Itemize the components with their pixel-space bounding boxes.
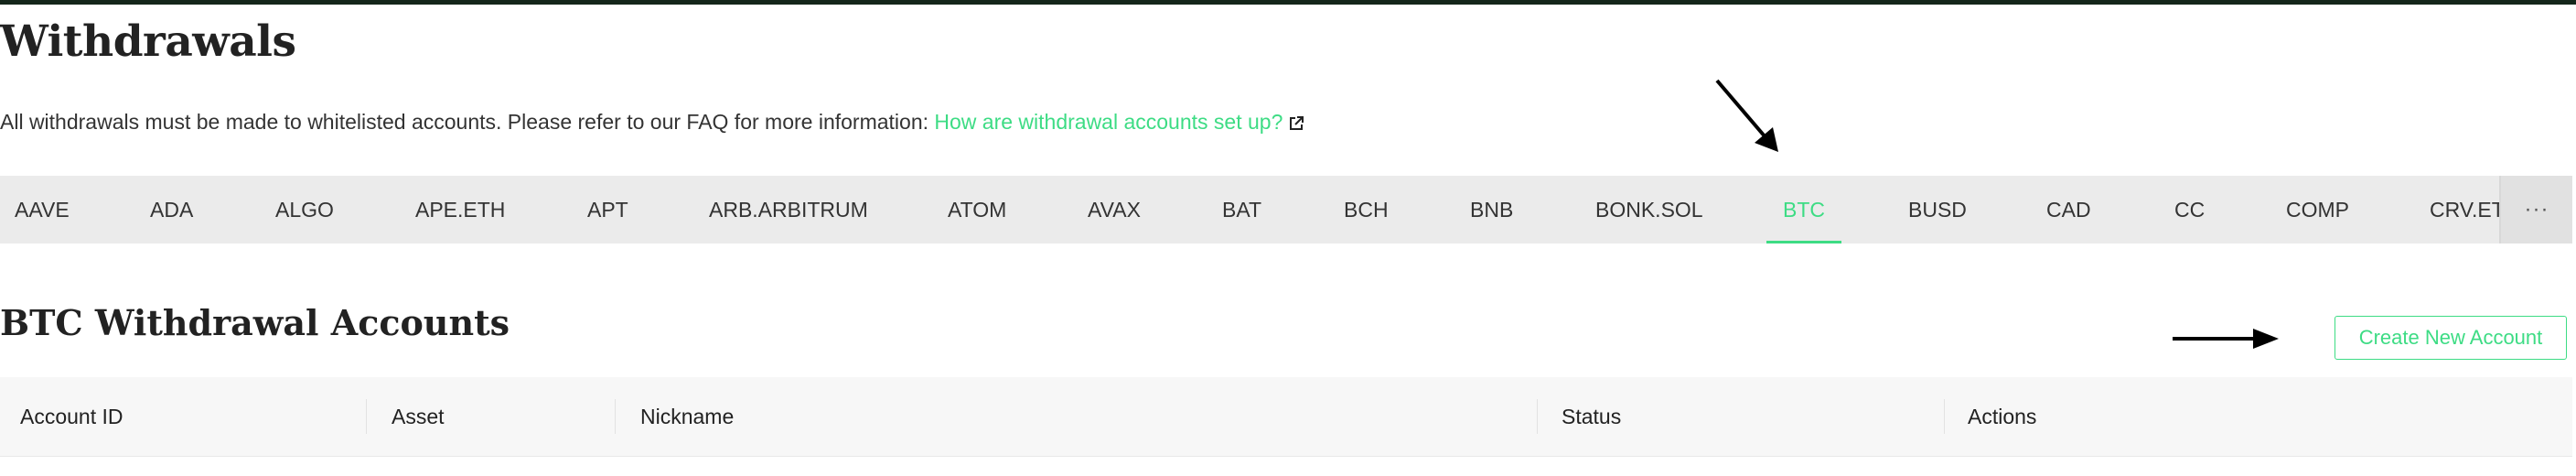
external-link-icon[interactable]	[1288, 113, 1304, 137]
column-divider	[1944, 399, 1945, 434]
tab-cc[interactable]: CC	[2174, 176, 2205, 243]
tab-aave[interactable]: AAVE	[15, 176, 70, 243]
tab-ape-eth[interactable]: APE.ETH	[415, 176, 505, 243]
more-tabs-button[interactable]: ···	[2499, 176, 2572, 243]
arrow-pointer-icon	[2173, 329, 2279, 349]
tab-crv-eth[interactable]: CRV.ET	[2430, 176, 2505, 243]
column-header-account-id[interactable]: Account ID	[20, 377, 123, 456]
tab-avax[interactable]: AVAX	[1088, 176, 1141, 243]
tab-atom[interactable]: ATOM	[948, 176, 1006, 243]
tab-bnb[interactable]: BNB	[1470, 176, 1513, 243]
create-new-account-button[interactable]: Create New Account	[2334, 316, 2567, 360]
asset-tabs: AAVE ADA ALGO APE.ETH APT ARB.ARBITRUM A…	[0, 176, 2572, 243]
column-divider	[615, 399, 616, 434]
page-title: Withdrawals	[0, 16, 296, 67]
column-header-asset[interactable]: Asset	[392, 377, 445, 456]
column-divider	[366, 399, 367, 434]
tab-cad[interactable]: CAD	[2046, 176, 2091, 243]
column-divider	[1537, 399, 1538, 434]
tab-comp[interactable]: COMP	[2286, 176, 2349, 243]
ellipsis-icon: ···	[2524, 197, 2549, 222]
tab-btc[interactable]: BTC	[1766, 176, 1841, 243]
tab-ada[interactable]: ADA	[150, 176, 193, 243]
arrow-pointer-icon	[1715, 79, 1778, 152]
active-tab-indicator	[1766, 241, 1841, 243]
tab-bat[interactable]: BAT	[1222, 176, 1261, 243]
tab-bonk-sol[interactable]: BONK.SOL	[1595, 176, 1703, 243]
tab-arb-arbitrum[interactable]: ARB.ARBITRUM	[709, 176, 868, 243]
tab-algo[interactable]: ALGO	[275, 176, 334, 243]
info-line: All withdrawals must be made to whitelis…	[0, 110, 1304, 137]
faq-link[interactable]: How are withdrawal accounts set up?	[934, 110, 1283, 134]
column-header-status[interactable]: Status	[1562, 377, 1621, 456]
section-title: BTC Withdrawal Accounts	[0, 302, 510, 343]
top-border	[0, 0, 2576, 5]
table-header: Account ID Asset Nickname Status Actions	[0, 377, 2572, 457]
info-text: All withdrawals must be made to whitelis…	[0, 110, 935, 134]
tab-apt[interactable]: APT	[587, 176, 628, 243]
tab-bch[interactable]: BCH	[1344, 176, 1389, 243]
column-header-nickname[interactable]: Nickname	[640, 377, 734, 456]
column-header-actions[interactable]: Actions	[1968, 377, 2036, 456]
tab-busd[interactable]: BUSD	[1908, 176, 1967, 243]
